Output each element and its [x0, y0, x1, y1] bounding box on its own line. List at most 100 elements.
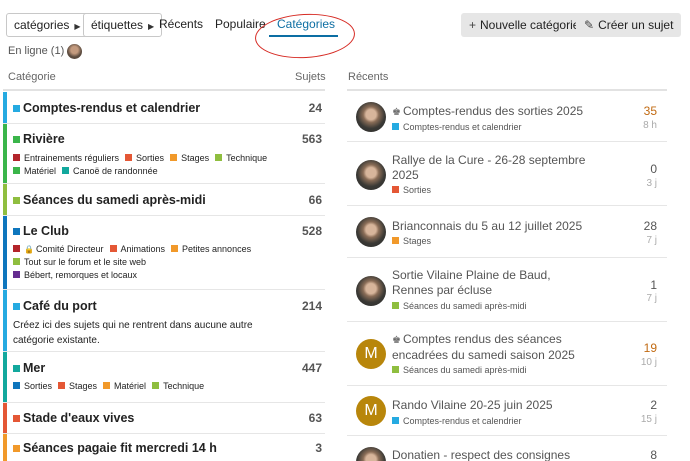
topic-row[interactable]: M ♚ Comptes rendus des séances encadrées …: [347, 322, 667, 386]
topic-category[interactable]: Comptes-rendus et calendrier: [392, 122, 522, 132]
topic-category-label: Sorties: [403, 185, 432, 195]
category-badge: [392, 186, 399, 193]
category-row[interactable]: Mer 447 Sorties Stages Matériel Technique: [3, 352, 325, 403]
topic-category[interactable]: Séances du samedi après-midi: [392, 365, 527, 375]
categories-dropdown[interactable]: catégories ▶: [6, 13, 89, 37]
subcategory-list: Entrainements réguliers Sorties Stages Tech…: [13, 152, 313, 178]
topic-row[interactable]: Brianconnais du 5 au 12 juillet 2025 Sta…: [347, 206, 667, 258]
category-name[interactable]: Le Club: [23, 224, 69, 238]
category-name[interactable]: Rivière: [23, 132, 65, 146]
user-avatar[interactable]: [356, 102, 386, 132]
subcategory-link[interactable]: Technique: [215, 152, 267, 165]
topic-post-count: 1: [650, 278, 657, 292]
subcategory-link[interactable]: Entrainements réguliers: [13, 152, 119, 165]
category-count: 24: [308, 101, 322, 115]
category-count: 563: [301, 132, 322, 146]
topic-title-link[interactable]: Sortie Vilaine Plaine de Baud, Rennes pa…: [392, 268, 592, 298]
user-avatar[interactable]: [356, 447, 386, 461]
topic-post-count: 19: [643, 341, 657, 355]
category-row[interactable]: Séances pagaie fit mercredi 14 h 3: [3, 434, 325, 461]
category-name[interactable]: Café du port: [23, 299, 97, 313]
category-badge: [13, 445, 20, 452]
topic-row[interactable]: Sortie Vilaine Plaine de Baud, Rennes pa…: [347, 258, 667, 322]
subcategory-link[interactable]: Sorties: [13, 380, 52, 393]
subcategory-link[interactable]: 🔒 Comité Directeur: [13, 243, 104, 256]
user-avatar[interactable]: [356, 276, 386, 306]
topic-category[interactable]: Stages: [392, 236, 431, 246]
subcategory-link[interactable]: Technique: [152, 380, 204, 393]
topic-category[interactable]: Séances du samedi après-midi: [392, 301, 527, 311]
online-user-avatar[interactable]: [67, 44, 82, 59]
plus-icon: +: [469, 18, 477, 32]
subcategory-label: Matériel: [114, 381, 147, 391]
subcategory-link[interactable]: Petites annonces: [171, 243, 251, 256]
category-row[interactable]: Stade d'eaux vives 63: [3, 403, 325, 434]
category-color-bar: [3, 290, 7, 351]
user-avatar[interactable]: M: [356, 339, 386, 369]
topic-title: Rallye de la Cure - 26-28 septembre 2025: [392, 153, 586, 182]
create-topic-button[interactable]: ✎ Créer un sujet: [576, 13, 682, 37]
subcategory-link[interactable]: Canoë de randonnée: [62, 165, 158, 178]
user-avatar[interactable]: [356, 217, 386, 247]
topic-category[interactable]: Comptes-rendus et calendrier: [392, 416, 522, 426]
subcategory-link[interactable]: Stages: [58, 380, 97, 393]
subcategory-link[interactable]: Sorties: [125, 152, 164, 165]
category-row[interactable]: Séances du samedi après-midi 66: [3, 184, 325, 216]
topic-title: Rando Vilaine 20-25 juin 2025: [392, 398, 553, 412]
category-color-bar: [3, 92, 7, 123]
topic-post-count: 28: [643, 219, 657, 233]
user-avatar[interactable]: [356, 160, 386, 190]
category-name[interactable]: Mer: [23, 361, 45, 375]
subcategory-badge: [171, 245, 179, 252]
subcategory-link[interactable]: Animations: [109, 243, 165, 256]
subcategory-link[interactable]: Tout sur le forum et le site web: [13, 256, 146, 269]
category-row[interactable]: Le Club 528 🔒 Comité Directeur Animations P…: [3, 216, 325, 290]
category-badge: [392, 302, 399, 309]
subcategory-link[interactable]: Matériel: [103, 380, 146, 393]
subcategory-label: Technique: [226, 153, 268, 163]
subcategory-link[interactable]: Bébert, remorques et locaux: [13, 269, 137, 282]
topic-title-link[interactable]: Brianconnais du 5 au 12 juillet 2025: [392, 219, 592, 234]
topic-title: Comptes rendus des séances encadrées du …: [392, 332, 575, 362]
topic-category-label: Séances du samedi après-midi: [403, 365, 527, 375]
category-row[interactable]: Comptes-rendus et calendrier 24: [3, 92, 325, 124]
category-name[interactable]: Stade d'eaux vives: [23, 411, 134, 425]
subcategory-label: Bébert, remorques et locaux: [24, 270, 138, 280]
category-badge: [13, 228, 20, 235]
subcategory-badge: [215, 154, 223, 161]
topic-row[interactable]: ♚ Comptes-rendus des sorties 2025 Comptes…: [347, 92, 667, 142]
red-annotation-circle: [253, 11, 357, 61]
subcategory-badge: [125, 154, 133, 161]
tab-recent[interactable]: Récents: [159, 17, 203, 31]
new-category-button[interactable]: + Nouvelle catégorie: [461, 13, 588, 37]
topic-post-count: 0: [650, 162, 657, 176]
category-name[interactable]: Séances pagaie fit mercredi 14 h: [23, 441, 217, 455]
topic-row[interactable]: Donatien - respect des consignes 8: [347, 436, 667, 461]
topic-title-link[interactable]: Rando Vilaine 20-25 juin 2025: [392, 398, 592, 413]
topic-title-link[interactable]: ♚ Comptes rendus des séances encadrées du…: [392, 332, 607, 363]
topic-category-label: Stages: [403, 236, 432, 246]
topic-title-link[interactable]: Donatien - respect des consignes: [392, 448, 592, 461]
subcategory-badge: [62, 167, 70, 174]
category-color-bar: [3, 184, 7, 215]
category-description: Créez ici des sujets qui ne rentrent dan…: [13, 320, 253, 346]
category-count: 214: [301, 299, 322, 313]
topic-title: Donatien - respect des consignes: [392, 448, 571, 461]
category-name[interactable]: Comptes-rendus et calendrier: [23, 101, 200, 115]
category-color-bar: [3, 403, 7, 433]
subcategory-link[interactable]: Stages: [170, 152, 209, 165]
category-row[interactable]: Café du port 214 Créez ici des sujets qu…: [3, 290, 325, 352]
topic-title-link[interactable]: Rallye de la Cure - 26-28 septembre 2025: [392, 153, 592, 183]
category-name[interactable]: Séances du samedi après-midi: [23, 193, 206, 207]
topic-title-link[interactable]: ♚ Comptes-rendus des sorties 2025: [392, 104, 592, 120]
topic-row[interactable]: Rallye de la Cure - 26-28 septembre 2025…: [347, 142, 667, 206]
subcategory-link[interactable]: Matériel: [13, 165, 56, 178]
edit-icon: ✎: [584, 18, 595, 32]
recent-column-header: Récents: [348, 71, 389, 83]
user-avatar[interactable]: M: [356, 396, 386, 426]
category-row[interactable]: Rivière 563 Entrainements réguliers Sorti…: [3, 124, 325, 184]
topic-row[interactable]: M Rando Vilaine 20-25 juin 2025 Comptes-…: [347, 386, 667, 436]
topic-category[interactable]: Sorties: [392, 185, 431, 195]
tags-dropdown[interactable]: étiquettes ▶: [83, 13, 163, 37]
subcategory-badge: [109, 245, 117, 252]
